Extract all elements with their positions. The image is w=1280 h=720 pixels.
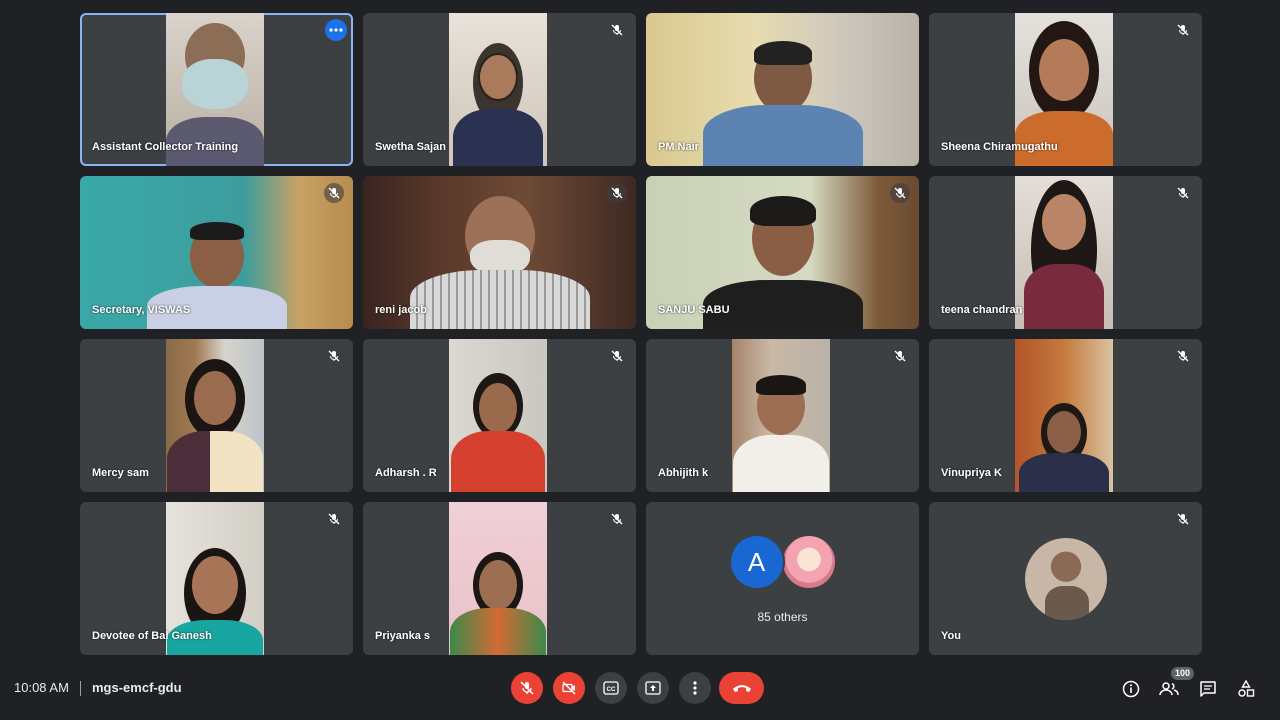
- mic-off-icon: [607, 509, 627, 529]
- mic-off-icon: [520, 681, 534, 695]
- others-count-label: 85 others: [757, 610, 808, 624]
- participant-tile[interactable]: teena chandran: [929, 176, 1202, 329]
- mic-off-icon: [324, 346, 344, 366]
- mic-off-icon: [1173, 346, 1193, 366]
- bottom-bar: 10:08 AM mgs-emcf-gdu CC: [0, 660, 1280, 720]
- mic-off-icon: [324, 183, 344, 203]
- more-options-icon: [693, 681, 697, 695]
- participant-name: Assistant Collector Training: [92, 141, 239, 153]
- participant-video: [732, 339, 830, 492]
- others-tile[interactable]: A 85 others: [646, 502, 919, 655]
- people-icon: [1159, 682, 1179, 696]
- others-avatars: A: [646, 534, 919, 590]
- end-call-icon: [732, 685, 751, 692]
- participant-tile[interactable]: PM Nair: [646, 13, 919, 166]
- meeting-details-button[interactable]: [1120, 678, 1142, 700]
- participant-name: PM Nair: [658, 141, 699, 153]
- camera-off-icon: [562, 681, 576, 695]
- participant-count-badge: 100: [1171, 667, 1195, 680]
- captions-button[interactable]: CC: [595, 672, 627, 704]
- mic-off-icon: [1173, 509, 1193, 529]
- participant-tile[interactable]: SANJU SABU: [646, 176, 919, 329]
- end-call-button[interactable]: [719, 672, 764, 704]
- mic-toggle-button[interactable]: [511, 672, 543, 704]
- participant-tile[interactable]: Sheena Chiramugathu: [929, 13, 1202, 166]
- mic-off-icon: [607, 183, 627, 203]
- participant-tile[interactable]: Priyanka s: [363, 502, 636, 655]
- mic-off-icon: [324, 509, 344, 529]
- participant-video: [449, 339, 547, 492]
- present-screen-button[interactable]: [637, 672, 669, 704]
- meeting-code: mgs-emcf-gdu: [92, 680, 182, 695]
- participant-name: Sheena Chiramugathu: [941, 141, 1058, 153]
- participant-video: [1015, 176, 1113, 329]
- more-horizontal-icon: [329, 28, 343, 32]
- activities-button[interactable]: [1235, 678, 1257, 700]
- participant-tile[interactable]: Abhijith k: [646, 339, 919, 492]
- participant-tile[interactable]: reni jacob: [363, 176, 636, 329]
- chat-icon: [1200, 681, 1216, 697]
- current-time: 10:08 AM: [14, 680, 69, 695]
- mic-off-icon: [607, 20, 627, 40]
- participant-video: [1015, 339, 1113, 492]
- participant-video: [166, 339, 264, 492]
- participant-name: Secretary, VISWAS: [92, 304, 191, 316]
- participant-name: Mercy sam: [92, 467, 149, 479]
- divider: [80, 681, 81, 696]
- participant-name: Swetha Sajan: [375, 141, 446, 153]
- mic-off-icon: [607, 346, 627, 366]
- people-button[interactable]: [1158, 678, 1180, 700]
- participant-tile[interactable]: Devotee of Bal Ganesh: [80, 502, 353, 655]
- participant-name: Devotee of Bal Ganesh: [92, 630, 212, 642]
- participant-video: [449, 13, 547, 166]
- svg-text:CC: CC: [607, 687, 616, 693]
- avatar: [780, 534, 837, 590]
- mic-off-icon: [1173, 20, 1193, 40]
- avatar: [1024, 538, 1107, 620]
- participant-tile[interactable]: Adharsh . R: [363, 339, 636, 492]
- participant-name: Abhijith k: [658, 467, 709, 479]
- participant-name: reni jacob: [375, 304, 427, 316]
- chat-button[interactable]: [1197, 678, 1219, 700]
- participant-tile[interactable]: Mercy sam: [80, 339, 353, 492]
- participant-tile[interactable]: Vinupriya K: [929, 339, 1202, 492]
- info-icon: [1122, 680, 1140, 698]
- participant-name: You: [941, 630, 961, 642]
- mic-off-icon: [890, 183, 910, 203]
- captions-icon: CC: [603, 681, 619, 695]
- participant-tile[interactable]: Swetha Sajan: [363, 13, 636, 166]
- avatar: A: [728, 534, 785, 590]
- participant-tile[interactable]: Secretary, VISWAS: [80, 176, 353, 329]
- mic-off-icon: [1173, 183, 1193, 203]
- more-options-button[interactable]: [679, 672, 711, 704]
- mic-off-icon: [890, 346, 910, 366]
- participant-name: SANJU SABU: [658, 304, 730, 316]
- participant-name: teena chandran: [941, 304, 1023, 316]
- present-screen-icon: [645, 681, 661, 695]
- participant-grid: Assistant Collector Training Swetha Saja…: [80, 13, 1202, 656]
- camera-toggle-button[interactable]: [553, 672, 585, 704]
- participant-tile[interactable]: Assistant Collector Training: [80, 13, 353, 166]
- more-options-button[interactable]: [325, 19, 347, 41]
- participant-name: Vinupriya K: [941, 467, 1002, 479]
- participant-name: Priyanka s: [375, 630, 431, 642]
- participant-video: [449, 502, 547, 655]
- participant-name: Adharsh . R: [375, 467, 437, 479]
- self-tile[interactable]: You: [929, 502, 1202, 655]
- activities-icon: [1238, 680, 1255, 697]
